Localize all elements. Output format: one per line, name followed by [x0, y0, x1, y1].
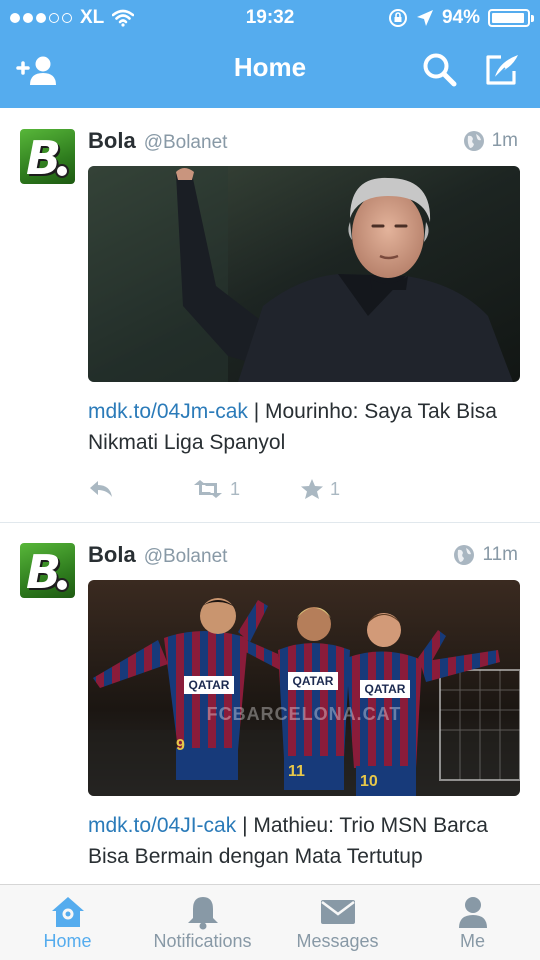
tab-bar: Home Notifications Messages Me [0, 884, 540, 960]
svg-text:11: 11 [288, 763, 305, 780]
search-icon [423, 53, 457, 87]
retweet-icon [194, 480, 222, 498]
tweet-timestamp: 11m [454, 544, 518, 566]
svg-text:10: 10 [360, 773, 378, 790]
tweet-photo[interactable] [88, 166, 520, 382]
globe-icon [463, 131, 484, 151]
compose-button[interactable] [478, 50, 526, 90]
tweet-text: mdk.to/04Jm-cak | Mourinho: Saya Tak Bis… [88, 396, 518, 458]
top-bar: XL 19:32 94% Home [0, 0, 540, 108]
svg-text:QATAR: QATAR [293, 674, 334, 688]
tab-notifications[interactable]: Notifications [135, 885, 270, 960]
tweet-time: 11m [482, 544, 518, 565]
tweet-1[interactable]: B Bola @Bolanet 1m mdk.to/04Jm-cak | Mou… [0, 108, 540, 522]
svg-text:QATAR: QATAR [365, 682, 406, 696]
tweet-author-name[interactable]: Bola [88, 128, 136, 154]
tab-home[interactable]: Home [0, 885, 135, 960]
reply-icon [90, 481, 112, 497]
tweet-header: Bola @Bolanet [88, 542, 227, 568]
favorite-button[interactable]: 1 [300, 478, 380, 500]
tweet-time: 1m [491, 130, 518, 151]
retweet-count: 1 [230, 478, 241, 499]
tweet-actions: 1 1 [88, 478, 380, 500]
status-bar: XL 19:32 94% [0, 0, 540, 36]
battery-percent: 94% [441, 7, 480, 28]
reply-button[interactable] [88, 479, 192, 499]
tweet-link[interactable]: mdk.to/04JI-cak [88, 814, 236, 837]
jersey-sponsor-text: QATAR [189, 678, 230, 692]
avatar[interactable]: B [20, 543, 75, 598]
tweet-photo[interactable]: QATAR 9 QATAR 11 QATAR 10 FCBARCELONA.CA… [88, 580, 520, 796]
tab-label: Messages [296, 931, 379, 951]
tweet-link[interactable]: mdk.to/04Jm-cak [88, 400, 248, 423]
tab-label: Me [459, 931, 485, 951]
tab-label: Home [43, 931, 92, 951]
home-icon [51, 897, 84, 927]
battery-icon [488, 9, 534, 27]
tweet-2[interactable]: B Bola @Bolanet 11m QATAR 9 QATAR 11 QAT… [0, 522, 540, 884]
tweet-author-handle[interactable]: @Bolanet [144, 132, 228, 154]
svg-text:9: 9 [176, 737, 185, 754]
favorite-count: 1 [330, 478, 341, 499]
retweet-button[interactable]: 1 [192, 479, 300, 500]
avatar[interactable]: B [20, 129, 75, 184]
tweet-author-name[interactable]: Bola [88, 542, 136, 568]
status-right: 94% [388, 7, 534, 29]
tweet-text: mdk.to/04JI-cak | Mathieu: Trio MSN Barc… [88, 810, 518, 872]
tweet-author-handle[interactable]: @Bolanet [144, 546, 228, 568]
location-arrow-icon [416, 10, 433, 26]
photo-watermark: FCBARCELONA.CAT [207, 704, 402, 724]
envelope-icon [320, 900, 355, 924]
globe-icon [454, 545, 475, 565]
search-button[interactable] [416, 50, 464, 90]
compose-icon [486, 55, 518, 85]
tab-label: Notifications [153, 931, 252, 951]
tweet-header: Bola @Bolanet [88, 128, 227, 154]
bell-icon [187, 897, 218, 930]
rotation-lock-icon [388, 9, 407, 27]
tweet-timestamp: 1m [463, 130, 518, 152]
tab-me[interactable]: Me [405, 885, 540, 960]
star-icon [301, 479, 323, 499]
person-icon [458, 897, 487, 928]
tab-messages[interactable]: Messages [270, 885, 405, 960]
